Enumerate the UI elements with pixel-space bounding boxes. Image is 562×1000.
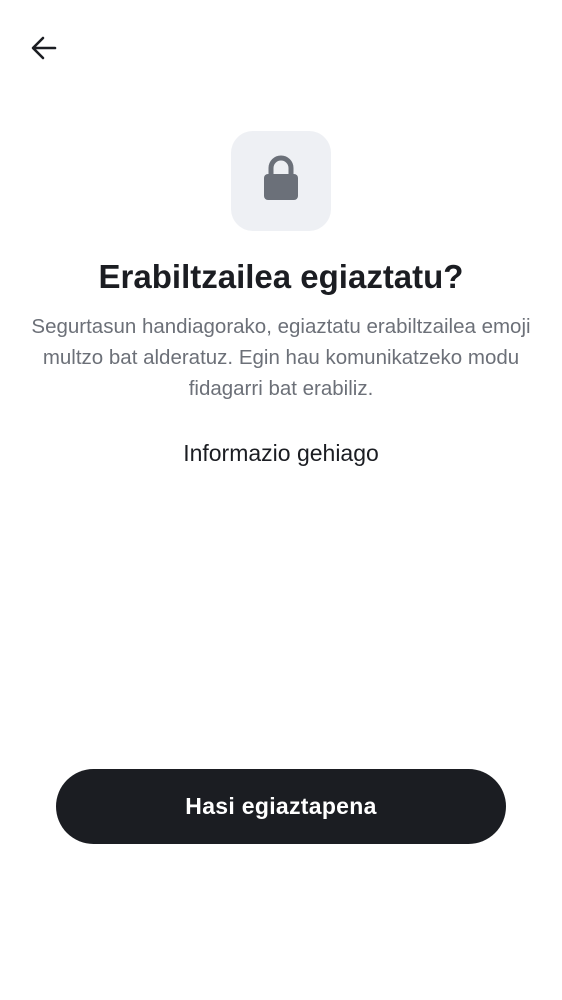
description-text: Segurtasun handiagorako, egiaztatu erabi… — [31, 315, 531, 400]
back-button[interactable] — [22, 28, 66, 72]
lock-icon-tile — [231, 131, 331, 231]
page-title: Erabiltzailea egiaztatu? — [98, 258, 464, 295]
lock-icon — [261, 155, 301, 208]
start-verification-button[interactable]: Hasi egiaztapena — [56, 769, 506, 844]
verify-user-screen: Erabiltzailea egiaztatu? Segurtasun hand… — [0, 0, 562, 1000]
arrow-left-icon — [30, 34, 58, 67]
more-info-link[interactable]: Informazio gehiago — [0, 436, 562, 470]
